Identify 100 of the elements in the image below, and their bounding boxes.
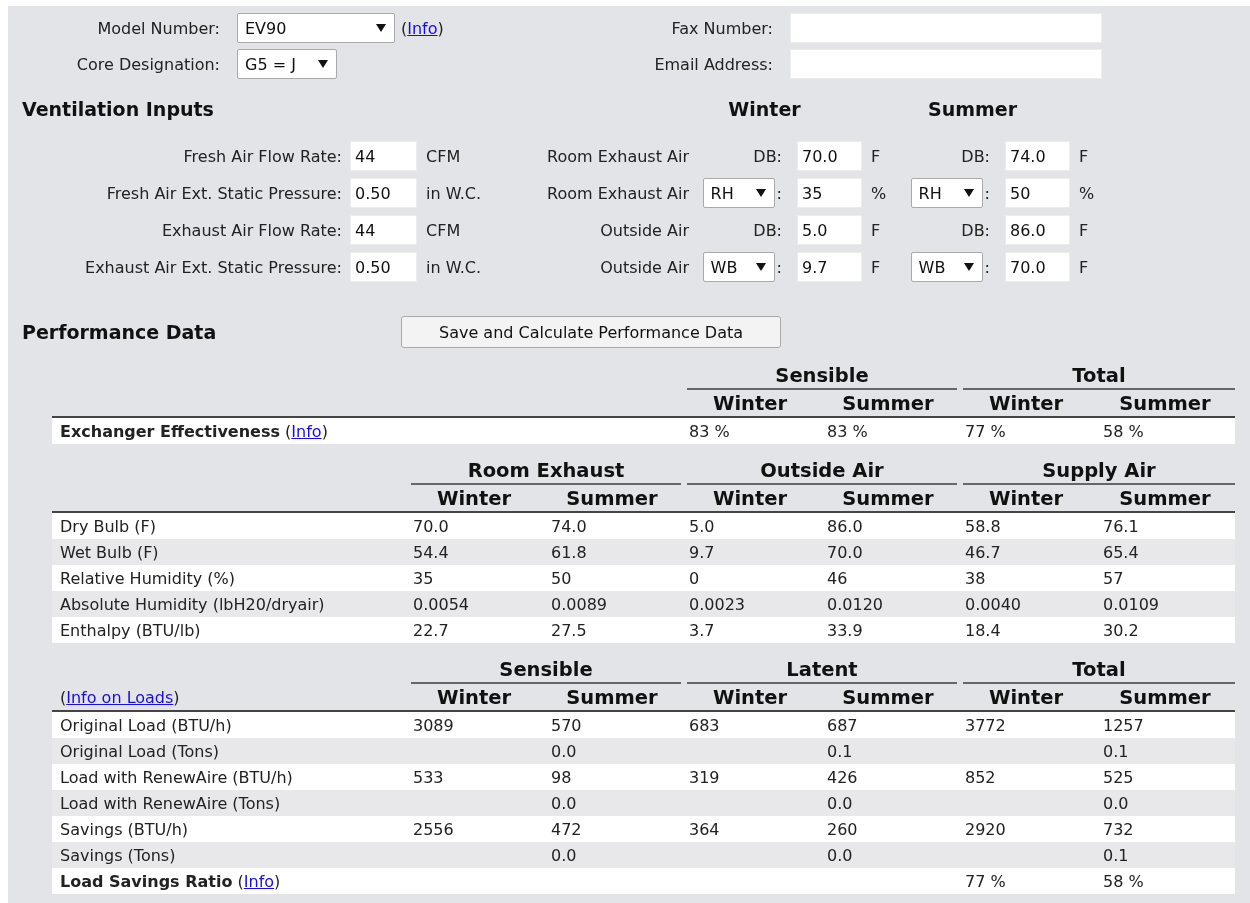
table-cell: 35 xyxy=(413,569,434,588)
table-cell: 570 xyxy=(551,716,582,735)
input-field[interactable]: 0.50 xyxy=(350,178,417,208)
input-field[interactable]: 44 xyxy=(350,215,417,245)
colon-label: : xyxy=(984,257,990,277)
row-label: Load Savings Ratio (Info) xyxy=(60,872,281,891)
table-cell: 38 xyxy=(965,569,986,588)
table-cell: 98 xyxy=(551,768,572,787)
column-group-header: Room Exhaust xyxy=(411,459,681,485)
column-header: Winter xyxy=(435,486,513,510)
table-cell: 319 xyxy=(689,768,720,787)
column-header: Summer xyxy=(565,486,659,510)
input-field[interactable]: 70.0 xyxy=(1005,252,1070,282)
column-group-header: Outside Air xyxy=(687,459,957,485)
info-link[interactable]: Info xyxy=(407,18,438,38)
table-cell: 65.4 xyxy=(1103,543,1139,562)
column-header: Winter xyxy=(711,486,789,510)
unit-label: in W.C. xyxy=(425,257,482,277)
caret-icon xyxy=(376,24,386,32)
input-field[interactable]: 5.0 xyxy=(797,215,862,245)
table-cell: 83 % xyxy=(827,422,868,441)
column-header: Summer xyxy=(1118,486,1212,510)
input-field[interactable]: 50 xyxy=(1005,178,1070,208)
input-field[interactable]: 35 xyxy=(797,178,862,208)
table-cell: 0.0023 xyxy=(689,595,745,614)
table-cell: 2556 xyxy=(413,820,454,839)
column-header: Summer xyxy=(1118,685,1212,709)
column-header: Summer xyxy=(926,97,1019,122)
column-header: Summer xyxy=(1118,391,1212,415)
table-cell: 683 xyxy=(689,716,720,735)
table-cell: 76.1 xyxy=(1103,517,1139,536)
caret-icon xyxy=(755,263,766,271)
model-select[interactable]: EV90 xyxy=(237,13,395,43)
table-cell: 33.9 xyxy=(827,621,863,640)
row-label: Savings (Tons) xyxy=(60,846,176,865)
table-cell: 533 xyxy=(413,768,444,787)
column-group-header: Sensible xyxy=(411,658,681,684)
table-cell: 77 % xyxy=(965,422,1006,441)
property-select[interactable]: RH xyxy=(910,178,983,208)
column-group-header: Supply Air xyxy=(963,459,1235,485)
table-cell: 0.0 xyxy=(827,846,853,865)
unit-label: in W.C. xyxy=(425,183,482,203)
input-field[interactable]: 74.0 xyxy=(1005,141,1070,171)
field-label: Core Designation: xyxy=(75,54,221,74)
table-cell: 472 xyxy=(551,820,582,839)
table-cell: 58 % xyxy=(1103,872,1144,891)
column-header: Summer xyxy=(841,391,935,415)
table-cell: 77 % xyxy=(965,872,1006,891)
input-field[interactable] xyxy=(790,13,1102,43)
input-field[interactable] xyxy=(790,49,1102,79)
field-label: Room Exhaust Air xyxy=(546,183,690,203)
input-field[interactable]: 86.0 xyxy=(1005,215,1070,245)
unit-label: CFM xyxy=(425,220,462,240)
core-select[interactable]: G5 = J xyxy=(237,49,337,79)
property-label: DB: xyxy=(961,220,990,240)
table-cell: 27.5 xyxy=(551,621,587,640)
info-link[interactable]: Info xyxy=(243,872,275,891)
caret-icon xyxy=(318,60,328,68)
row-label: Savings (BTU/h) xyxy=(60,820,189,839)
field-label: Room Exhaust Air xyxy=(546,146,690,166)
table-cell: 30.2 xyxy=(1103,621,1139,640)
unit-label: % xyxy=(1078,183,1096,203)
row-label: Original Load (BTU/h) xyxy=(60,716,232,735)
property-select[interactable]: WB xyxy=(910,252,983,282)
unit-label: F xyxy=(1078,257,1090,277)
property-select[interactable]: WB xyxy=(702,252,775,282)
table-cell: 525 xyxy=(1103,768,1134,787)
table-cell: 0.1 xyxy=(827,742,853,761)
info-note: (Info on Loads) xyxy=(60,687,180,707)
table-cell: 22.7 xyxy=(413,621,449,640)
table-cell: 732 xyxy=(1103,820,1134,839)
input-field[interactable]: 0.50 xyxy=(350,252,417,282)
input-field[interactable]: 44 xyxy=(350,141,417,171)
table-cell: 58 % xyxy=(1103,422,1144,441)
caret-icon xyxy=(963,263,974,271)
row-label: Exchanger Effectiveness (Info) xyxy=(60,422,328,441)
table-cell: 260 xyxy=(827,820,858,839)
property-label: DB: xyxy=(961,146,990,166)
info-link[interactable]: Info on Loads xyxy=(66,687,174,707)
input-field[interactable]: 70.0 xyxy=(797,141,862,171)
field-label: Outside Air xyxy=(599,220,690,240)
column-header: Summer xyxy=(841,685,935,709)
calculate-button[interactable]: Save and Calculate Performance Data xyxy=(401,316,781,348)
table-cell: 0.0 xyxy=(551,846,577,865)
column-group-header: Latent xyxy=(687,658,957,684)
table-cell: 852 xyxy=(965,768,996,787)
property-select[interactable]: RH xyxy=(702,178,775,208)
table-cell: 0.0 xyxy=(1103,794,1129,813)
colon-label: : xyxy=(776,257,782,277)
info-link[interactable]: Info xyxy=(291,422,322,441)
property-label: DB: xyxy=(753,220,782,240)
table-cell: 61.8 xyxy=(551,543,587,562)
field-label: Exhaust Air Ext. Static Pressure: xyxy=(84,257,343,277)
field-label: Fresh Air Ext. Static Pressure: xyxy=(105,183,343,203)
colon-label: : xyxy=(984,183,990,203)
table-cell: 58.8 xyxy=(965,517,1001,536)
field-label: Fax Number: xyxy=(670,18,774,38)
input-field[interactable]: 9.7 xyxy=(797,252,862,282)
field-label: Email Address: xyxy=(653,54,774,74)
table-cell: 9.7 xyxy=(689,543,715,562)
